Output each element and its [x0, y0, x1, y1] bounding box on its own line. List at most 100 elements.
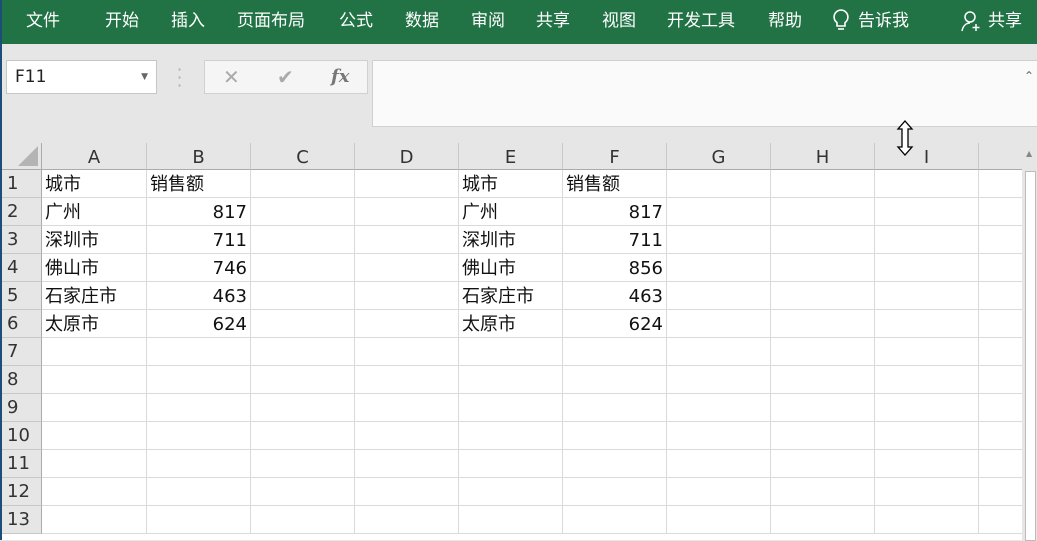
cell-B5[interactable]: 463 [147, 282, 251, 310]
cell[interactable] [355, 338, 459, 366]
cell[interactable] [147, 478, 251, 506]
tab-review[interactable]: 审阅 [471, 0, 505, 44]
drag-handle-icon[interactable]: · · · [177, 62, 182, 94]
spreadsheet-grid[interactable]: A B C D E F G H I 1 城市 销售额 城市 销售额 2 广州 817 广州 817 3 深圳市 711 深圳… [2, 143, 1022, 540]
cell[interactable] [979, 198, 1022, 226]
row-header-5[interactable]: 5 [2, 282, 42, 310]
cell[interactable] [147, 394, 251, 422]
cell-F3[interactable]: 711 [563, 226, 667, 254]
cell[interactable] [355, 450, 459, 478]
cell[interactable] [875, 422, 979, 450]
cell[interactable] [459, 394, 563, 422]
cell[interactable] [875, 366, 979, 394]
cell[interactable] [771, 310, 875, 338]
cell-F4[interactable]: 856 [563, 254, 667, 282]
cell-B2[interactable]: 817 [147, 198, 251, 226]
cell[interactable] [355, 282, 459, 310]
cell[interactable] [42, 450, 147, 478]
column-header-D[interactable]: D [355, 143, 459, 170]
cell[interactable] [979, 394, 1022, 422]
insert-function-icon[interactable]: fx [331, 61, 349, 93]
enter-icon[interactable]: ✔ [277, 61, 294, 93]
cell[interactable] [459, 338, 563, 366]
cell[interactable] [771, 170, 875, 198]
cell[interactable] [563, 506, 667, 534]
cell[interactable] [459, 422, 563, 450]
row-header-7[interactable]: 7 [2, 338, 42, 366]
cell[interactable] [251, 310, 355, 338]
tab-home[interactable]: 开始 [105, 0, 139, 44]
cell[interactable] [251, 254, 355, 282]
cell-E3[interactable]: 深圳市 [459, 226, 563, 254]
cell[interactable] [979, 254, 1022, 282]
cell[interactable] [42, 394, 147, 422]
cell[interactable] [979, 366, 1022, 394]
cell-E1[interactable]: 城市 [459, 170, 563, 198]
cell-B3[interactable]: 711 [147, 226, 251, 254]
cell[interactable] [875, 450, 979, 478]
tab-insert[interactable]: 插入 [171, 0, 205, 44]
cell[interactable] [667, 170, 771, 198]
cell[interactable] [979, 170, 1022, 198]
cell[interactable] [771, 450, 875, 478]
cell[interactable] [875, 254, 979, 282]
cell[interactable] [459, 478, 563, 506]
cell[interactable] [667, 366, 771, 394]
cell[interactable] [355, 310, 459, 338]
column-header-H[interactable]: H [771, 143, 875, 170]
cell[interactable] [251, 394, 355, 422]
cancel-icon[interactable]: ✕ [223, 61, 240, 93]
cell[interactable] [771, 366, 875, 394]
tab-developer[interactable]: 开发工具 [667, 0, 735, 44]
cell-E2[interactable]: 广州 [459, 198, 563, 226]
cell[interactable] [667, 198, 771, 226]
cell[interactable] [771, 422, 875, 450]
cell[interactable] [563, 422, 667, 450]
cell[interactable] [667, 478, 771, 506]
row-header-8[interactable]: 8 [2, 366, 42, 394]
cell[interactable] [42, 338, 147, 366]
cell[interactable] [771, 338, 875, 366]
cell-F2[interactable]: 817 [563, 198, 667, 226]
cell[interactable] [147, 450, 251, 478]
cell[interactable] [459, 506, 563, 534]
cell[interactable] [251, 338, 355, 366]
cell[interactable] [42, 366, 147, 394]
cell[interactable] [355, 394, 459, 422]
cell[interactable] [147, 338, 251, 366]
cell[interactable] [771, 282, 875, 310]
cell-B6[interactable]: 624 [147, 310, 251, 338]
cell[interactable] [251, 422, 355, 450]
cell[interactable] [251, 450, 355, 478]
cell[interactable] [42, 506, 147, 534]
row-header-6[interactable]: 6 [2, 310, 42, 338]
row-header-10[interactable]: 10 [2, 422, 42, 450]
cell[interactable] [875, 198, 979, 226]
tell-me[interactable]: 告诉我 [832, 0, 909, 44]
formula-input[interactable]: ⌃ [372, 60, 1037, 127]
cell-E6[interactable]: 太原市 [459, 310, 563, 338]
cell[interactable] [771, 478, 875, 506]
cell[interactable] [979, 226, 1022, 254]
cell[interactable] [251, 506, 355, 534]
row-header-2[interactable]: 2 [2, 198, 42, 226]
cell[interactable] [563, 394, 667, 422]
cell[interactable] [251, 170, 355, 198]
vertical-scrollbar[interactable]: ▲ [1022, 143, 1037, 541]
cell[interactable] [771, 226, 875, 254]
row-header-13[interactable]: 13 [2, 506, 42, 534]
cell[interactable] [459, 366, 563, 394]
cell[interactable] [563, 366, 667, 394]
row-header-9[interactable]: 9 [2, 394, 42, 422]
cell[interactable] [251, 282, 355, 310]
cell[interactable] [563, 450, 667, 478]
cell[interactable] [355, 198, 459, 226]
row-header-1[interactable]: 1 [2, 170, 42, 198]
row-header-11[interactable]: 11 [2, 450, 42, 478]
column-header-C[interactable]: C [251, 143, 355, 170]
chevron-down-icon[interactable]: ▼ [141, 61, 148, 93]
tab-formulas[interactable]: 公式 [339, 0, 373, 44]
cell[interactable] [42, 478, 147, 506]
column-header-G[interactable]: G [667, 143, 771, 170]
column-header-E[interactable]: E [459, 143, 563, 170]
